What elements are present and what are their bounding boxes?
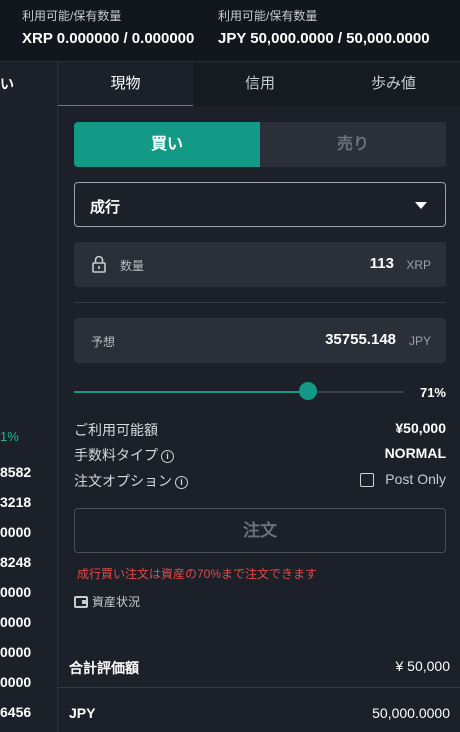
quantity-value: 113 (369, 255, 394, 272)
order-panel: 現物 信用 歩み値 買い 売り 成行 数量 113 XRP 予想 35755.1… (58, 62, 460, 732)
market-order-warning: 成行買い注文は資産の70%まで注文できます (77, 567, 318, 581)
order-book-row[interactable]: 8248 (0, 554, 31, 570)
fee-type-value: NORMAL (384, 445, 446, 461)
order-book-panel: い 1% 8582 3218 0000 8248 0000 0000 0000 … (0, 62, 58, 732)
xrp-balance-label: 利用可能/保有数量 (22, 9, 122, 23)
order-book-row[interactable]: 0000 (0, 524, 31, 540)
order-option-row: 注文オプション i Post Only (74, 471, 446, 491)
order-button[interactable]: 注文 (74, 508, 446, 553)
lock-icon[interactable] (92, 255, 106, 273)
estimate-unit: JPY (408, 334, 431, 348)
order-book-row[interactable]: 0000 (0, 644, 31, 660)
tab-margin[interactable]: 信用 (193, 62, 327, 106)
asset-status-label: 資産状況 (92, 595, 141, 609)
order-book-row[interactable]: 0000 (0, 674, 31, 690)
order-type-select[interactable]: 成行 (74, 182, 446, 227)
jpy-balance-label: 利用可能/保有数量 (218, 9, 318, 23)
tab-spot[interactable]: 現物 (58, 62, 193, 106)
info-icon[interactable]: i (161, 450, 174, 463)
side-toggle: 買い 売り (74, 122, 446, 167)
sell-button[interactable]: 売り (260, 122, 446, 167)
order-book-percent: 1% (0, 429, 19, 444)
jpy-value: 50,000.0000 (372, 705, 450, 721)
wallet-icon (74, 596, 88, 608)
slider-fill (74, 391, 309, 393)
estimate-field: 予想 35755.148 JPY (74, 318, 446, 363)
divider (74, 302, 446, 303)
jpy-balance-value: JPY 50,000.0000 / 50,000.0000 (218, 30, 430, 47)
chevron-down-icon (415, 202, 427, 209)
amount-slider[interactable] (74, 391, 404, 393)
order-tabs: 現物 信用 歩み値 (58, 62, 460, 106)
order-book-row[interactable]: 0000 (0, 584, 31, 600)
order-book-row[interactable]: 8582 (0, 464, 31, 480)
order-option-label: 注文オプション (74, 473, 172, 489)
balance-header: 利用可能/保有数量 XRP 0.000000 / 0.000000 利用可能/保… (0, 0, 460, 62)
order-book-row[interactable]: 6456 (0, 704, 31, 720)
available-amount-label: ご利用可能額 (74, 422, 158, 438)
quantity-unit: XRP (406, 258, 431, 272)
total-valuation-row: 合計評価額 ¥ 50,000 (58, 642, 460, 688)
slider-percent: 71% (419, 385, 446, 400)
info-icon[interactable]: i (175, 476, 188, 489)
tab-trade-history[interactable]: 歩み値 (327, 62, 460, 106)
post-only-checkbox[interactable] (360, 473, 374, 487)
asset-status-link[interactable]: 資産状況 (74, 593, 140, 610)
total-valuation-value: ¥ 50,000 (395, 658, 451, 674)
estimate-value: 35755.148 (325, 331, 396, 348)
jpy-balance-row: JPY 50,000.0000 (58, 689, 460, 732)
fee-type-row: 手数料タイプ i NORMAL (74, 445, 446, 465)
available-amount-value: ¥50,000 (395, 420, 446, 436)
total-valuation-label: 合計評価額 (69, 660, 139, 676)
slider-thumb[interactable] (299, 382, 318, 400)
buy-button[interactable]: 買い (74, 122, 260, 167)
jpy-label: JPY (69, 705, 96, 721)
available-amount-row: ご利用可能額 ¥50,000 (74, 420, 446, 440)
quantity-label: 数量 (120, 259, 145, 273)
order-type-value: 成行 (90, 199, 121, 216)
order-book-row[interactable]: 0000 (0, 614, 31, 630)
quantity-field[interactable]: 数量 113 XRP (74, 242, 446, 287)
estimate-label: 予想 (91, 335, 116, 349)
xrp-balance-value: XRP 0.000000 / 0.000000 (22, 30, 195, 47)
order-book-row[interactable]: 3218 (0, 494, 31, 510)
post-only-label[interactable]: Post Only (385, 471, 446, 487)
fee-type-label: 手数料タイプ (74, 447, 158, 463)
order-book-header: い (0, 76, 14, 92)
